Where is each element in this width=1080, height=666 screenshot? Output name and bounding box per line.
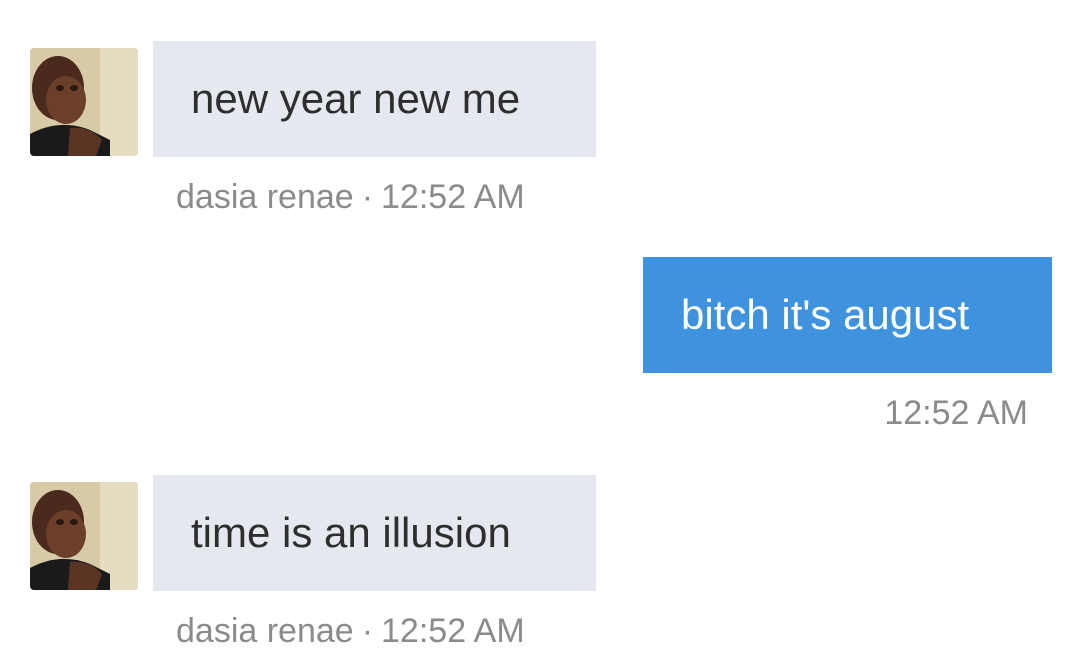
message-timestamp: 12:52 AM xyxy=(381,612,525,650)
message-bubble-incoming[interactable]: time is an illusion xyxy=(153,475,596,591)
message-timestamp: 12:52 AM xyxy=(381,178,525,216)
message-text: time is an illusion xyxy=(191,509,511,556)
message-text: bitch it's august xyxy=(681,291,970,338)
message-timestamp: 12:52 AM xyxy=(884,394,1028,432)
message-bubble-incoming[interactable]: new year new me xyxy=(153,41,596,157)
sender-avatar[interactable] xyxy=(30,482,138,590)
sender-name: dasia renae xyxy=(176,178,354,216)
meta-separator: · xyxy=(361,612,374,650)
meta-separator: · xyxy=(361,178,374,216)
message-meta: dasia renae · 12:52 AM xyxy=(176,612,525,651)
message-meta: 12:52 AM xyxy=(884,394,1028,433)
message-text: new year new me xyxy=(191,75,521,122)
sender-avatar[interactable] xyxy=(30,48,138,156)
avatar-photo-icon xyxy=(30,482,138,590)
chat-thread: new year new me dasia renae · 12:52 AM bit… xyxy=(0,0,1080,666)
message-bubble-outgoing[interactable]: bitch it's august xyxy=(643,257,1052,373)
avatar-photo-icon xyxy=(30,48,138,156)
sender-name: dasia renae xyxy=(176,612,354,650)
message-meta: dasia renae · 12:52 AM xyxy=(176,178,525,217)
